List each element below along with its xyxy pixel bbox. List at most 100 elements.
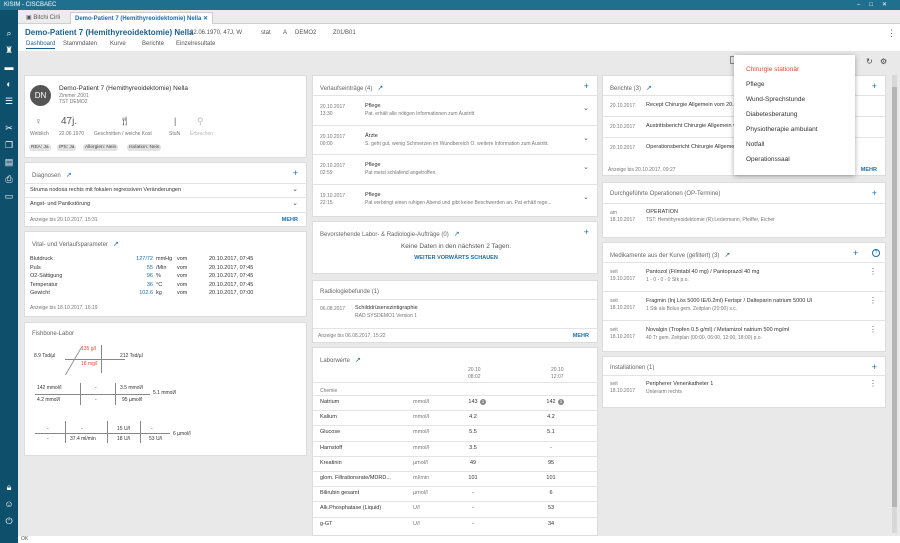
vital-name: Temperatur	[30, 281, 58, 288]
close-icon[interactable]: ✕	[203, 16, 208, 22]
external-link-icon[interactable]: ↗	[113, 241, 119, 248]
add-button[interactable]: +	[872, 82, 877, 91]
diet-label: Geschnitten / weiche Kost	[94, 131, 152, 137]
diagnose-item[interactable]: Angst- und Panikstörung	[30, 201, 90, 207]
scissors-icon[interactable]: ✂	[3, 123, 15, 133]
add-button[interactable]: +	[584, 82, 589, 91]
pills-icon[interactable]: ◐	[3, 79, 15, 89]
external-link-icon[interactable]: ↗	[724, 252, 730, 259]
radiologie-name[interactable]: Schilddrüsenszintigraphie	[355, 305, 418, 311]
scrollbar[interactable]	[892, 75, 897, 533]
more-button[interactable]: MEHR	[861, 167, 877, 173]
patients-icon[interactable]: ♜	[3, 45, 15, 55]
tab-berichte[interactable]: Berichte	[142, 41, 164, 47]
inst-name[interactable]: Peripherer Venenkatheter 1	[646, 381, 713, 387]
add-button[interactable]: +	[872, 189, 877, 198]
add-button[interactable]: +	[872, 363, 877, 372]
lock-icon[interactable]: 🔒︎	[3, 482, 15, 492]
tab-kurve[interactable]: Kurve	[110, 41, 126, 47]
list-icon[interactable]: ☰	[3, 96, 15, 106]
external-link-icon[interactable]: ↗	[454, 231, 460, 238]
med-name[interactable]: Novalgin (Tropfen 0.5 g/ml) / Metamizol …	[646, 327, 789, 333]
lab-name: Natrium	[320, 399, 340, 405]
avatar: DN	[30, 85, 51, 106]
lab-value-2: -	[550, 444, 552, 451]
entry-type[interactable]: Pflege	[365, 103, 381, 109]
power-icon[interactable]: ⏻	[3, 516, 15, 526]
menu-item-diabetesberatung[interactable]: Diabetesberatung	[746, 111, 797, 118]
window-controls[interactable]: –□✕	[857, 0, 896, 10]
med-name[interactable]: Fragmin (Inj Lös 5000 IE/0.2ml) Fertspr …	[646, 298, 812, 304]
external-link-icon[interactable]: ↗	[66, 172, 72, 179]
search-icon[interactable]: ⌕	[3, 28, 15, 38]
diagnose-item[interactable]: Struma nodosa rechts mit fokalen regress…	[30, 187, 181, 193]
lab-value-2: 6	[549, 490, 553, 497]
tab-einzelresultate[interactable]: Einzelresultate	[176, 41, 215, 47]
user-icon[interactable]: ☺	[3, 499, 15, 509]
bed-icon[interactable]: ▬	[3, 62, 15, 72]
more-button[interactable]: MEHR	[573, 333, 589, 339]
entry-time: 13:30	[320, 111, 333, 117]
archive-icon[interactable]: ▭	[3, 191, 15, 201]
window-title-bar: KISIM - CISCBAEC –□✕	[0, 0, 900, 10]
tab-demo-patient[interactable]: Demo-Patient 7 (Hemithyreoidektomie) Nel…	[70, 12, 214, 24]
menu-item-operationssaal[interactable]: Operationssaal	[746, 156, 790, 163]
add-button[interactable]: +	[584, 228, 589, 237]
tab-label: Demo-Patient 7 (Hemithyreoidektomie) Nel…	[75, 16, 202, 22]
tab-bitchi-cirli[interactable]: ▣ Bitchi Cirli	[22, 12, 64, 24]
inst-date: 18.10.2017	[610, 388, 636, 394]
gear-icon[interactable]: ⚙	[880, 57, 887, 66]
tab-stammdaten[interactable]: Stammdaten	[63, 41, 97, 47]
card-title: Bevorstehende Labor- & Radiologie-Aufträ…	[320, 231, 460, 238]
lab-value-1: -	[472, 520, 474, 527]
more-icon[interactable]: ⋮	[869, 379, 877, 388]
menu-item-notfall[interactable]: Notfall	[746, 141, 764, 148]
divider	[603, 320, 887, 321]
info-badge[interactable]: 1	[480, 399, 486, 405]
help-icon[interactable]: ?	[872, 249, 880, 257]
entry-type[interactable]: Ärzte	[365, 133, 378, 139]
more-icon[interactable]: ⋮	[887, 28, 896, 39]
med-name[interactable]: Pantozol (Filmtabl 40 mg) / Pantoprazol …	[646, 269, 759, 275]
more-icon[interactable]: ⋮	[869, 325, 877, 334]
more-icon[interactable]: ⋮	[869, 267, 877, 276]
entry-type[interactable]: Pflege	[365, 162, 381, 168]
external-link-icon[interactable]: ↗	[355, 357, 361, 364]
look-ahead-link[interactable]: WEITER VORWÄRTS SCHAUEN	[313, 255, 599, 261]
scrollbar-thumb[interactable]	[892, 87, 897, 507]
entry-type[interactable]: Pflege	[365, 192, 381, 198]
patient-header: Demo-Patient 7 (Hemithyreoidektomie) Nel…	[18, 24, 900, 51]
clipboard-icon[interactable]: ▤	[3, 157, 15, 167]
printer-icon[interactable]: ⎙	[3, 174, 15, 184]
fb2-tl: 142 mmol/l	[37, 385, 62, 391]
menu-item-wund-sprechstunde[interactable]: Wund-Sprechstunde	[746, 96, 805, 103]
more-icon[interactable]: ⋮	[869, 296, 877, 305]
external-link-icon[interactable]: ↗	[646, 85, 652, 92]
chevron-down-icon[interactable]: ⌄	[583, 104, 589, 112]
vital-date: 20.10.2017, 07:45	[209, 281, 254, 288]
chevron-down-icon[interactable]: ⌄	[292, 199, 298, 207]
more-button[interactable]: MEHR	[282, 217, 298, 223]
card-title: Diagnosen ↗	[32, 172, 72, 179]
menu-item-pflege[interactable]: Pflege	[746, 81, 764, 88]
op-name[interactable]: OPERATION	[646, 209, 678, 215]
chevron-down-icon[interactable]: ⌄	[292, 185, 298, 193]
chevron-down-icon[interactable]: ⌄	[583, 193, 589, 201]
refresh-icon[interactable]: ↻	[866, 57, 873, 66]
menu-item-chirurgie-stationaer[interactable]: Chirurgie stationär	[746, 66, 799, 73]
card-title: Berichte (3) ↗	[610, 85, 652, 92]
vital-unit: mmHg	[156, 256, 173, 262]
external-link-icon[interactable]: ↗	[377, 85, 383, 92]
page-title: Demo-Patient 7 (Hemithyreoidektomie) Nel…	[25, 28, 194, 37]
chevron-down-icon[interactable]: ⌄	[583, 163, 589, 171]
copy-icon[interactable]: ❐	[3, 140, 15, 150]
med-seit: seit	[610, 269, 618, 275]
info-badge[interactable]: 1	[558, 399, 564, 405]
menu-item-physiotherapie[interactable]: Physiotherapie ambulant	[746, 126, 818, 133]
lab-value-1: 3.5	[469, 444, 477, 451]
chevron-down-icon[interactable]: ⌄	[583, 134, 589, 142]
lab-name: Kalium	[320, 414, 337, 421]
add-button[interactable]: +	[853, 248, 858, 258]
tab-dashboard[interactable]: Dashboard	[26, 41, 56, 49]
add-button[interactable]: +	[293, 169, 298, 178]
